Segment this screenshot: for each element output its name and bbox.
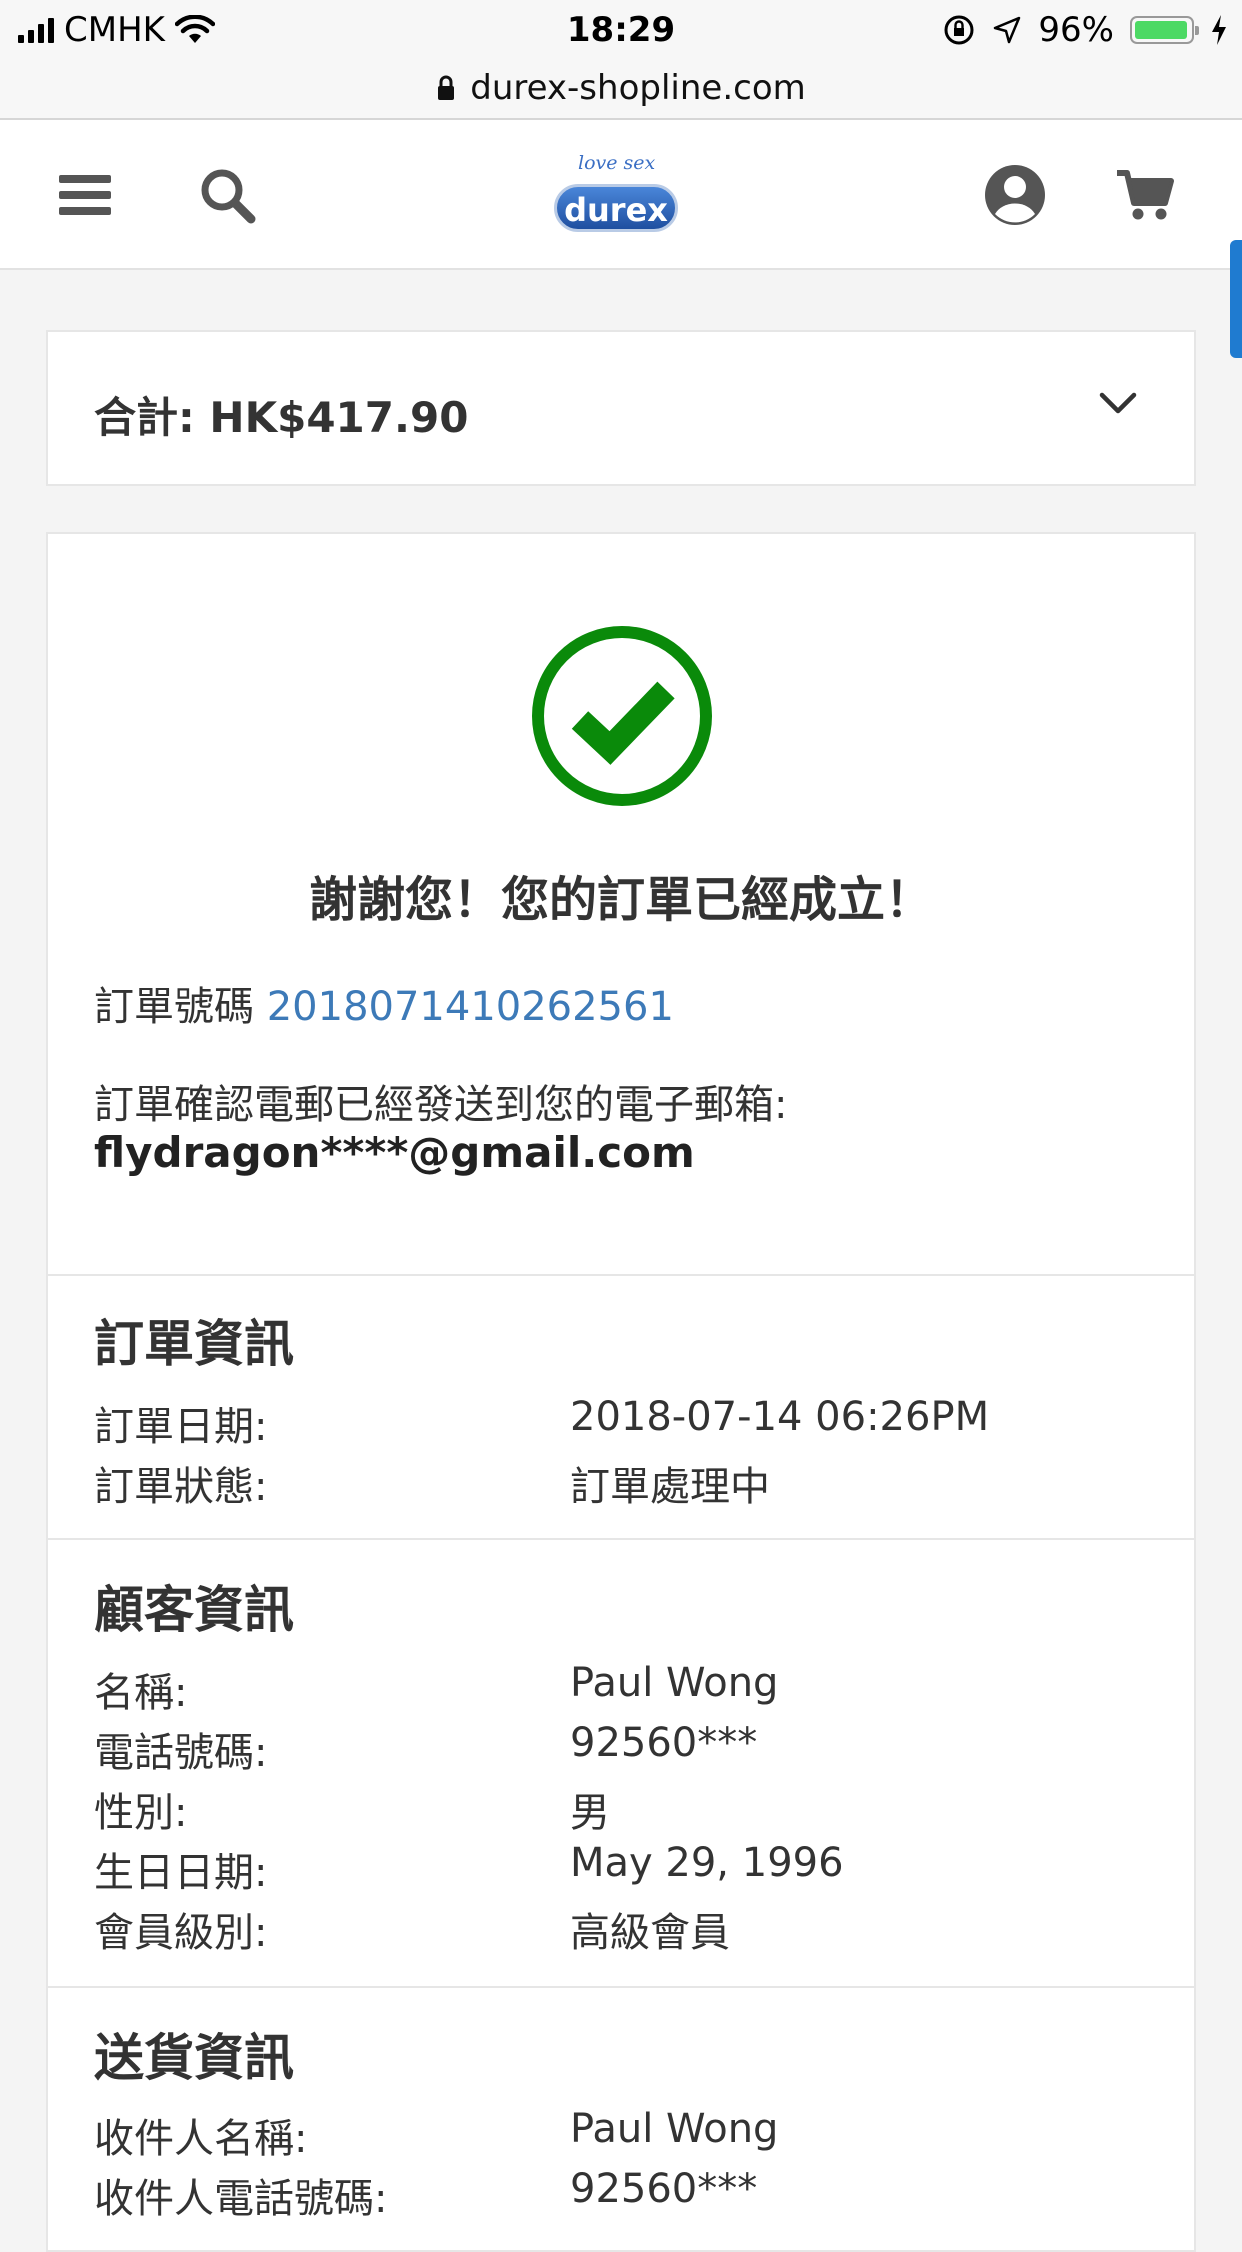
rotation-lock-icon bbox=[944, 15, 974, 45]
order-number-link[interactable]: 2018071410262561 bbox=[267, 984, 674, 1030]
order-total-summary[interactable]: 合計: HK$417.90 bbox=[46, 330, 1196, 486]
battery-icon bbox=[1130, 16, 1199, 44]
menu-icon[interactable] bbox=[50, 160, 120, 230]
row-value: May 29, 1996 bbox=[570, 1840, 844, 1886]
row-value: 男 bbox=[570, 1790, 610, 1836]
address-bar[interactable]: durex-shopline.com bbox=[0, 58, 1242, 120]
lock-icon bbox=[438, 75, 455, 100]
row-label: 收件人名稱: bbox=[94, 2116, 308, 2162]
thank-you-heading: 謝謝您！您的訂單已經成立！ bbox=[308, 872, 933, 928]
url-domain: durex-shopline.com bbox=[470, 68, 806, 108]
row-value: 2018-07-14 06:26PM bbox=[570, 1394, 990, 1440]
section-divider bbox=[48, 1538, 1194, 1540]
search-icon[interactable] bbox=[192, 160, 262, 230]
battery-fill bbox=[1135, 21, 1187, 39]
row-label: 性別: bbox=[94, 1790, 188, 1836]
delivery-info-title: 送貨資訊 bbox=[94, 2029, 294, 2087]
email-notice: 訂單確認電郵已經發送到您的電子郵箱: bbox=[94, 1082, 788, 1128]
row-label: 訂單狀態: bbox=[94, 1464, 268, 1510]
status-bar: CMHK 18:29 96% bbox=[0, 0, 1242, 62]
order-number-label: 訂單號碼 bbox=[94, 984, 254, 1030]
cart-icon[interactable] bbox=[1110, 160, 1180, 230]
row-label: 訂單日期: bbox=[94, 1404, 268, 1450]
row-label: 名稱: bbox=[94, 1670, 188, 1716]
durex-logo[interactable]: love sex durex bbox=[550, 144, 686, 244]
section-divider bbox=[48, 1274, 1194, 1276]
row-label: 會員級別: bbox=[94, 1910, 268, 1956]
row-label: 生日日期: bbox=[94, 1850, 268, 1896]
row-label: 電話號碼: bbox=[94, 1730, 268, 1776]
logo-tagline: love sex bbox=[578, 152, 656, 174]
email-address: flydragon****@gmail.com bbox=[94, 1128, 695, 1177]
order-confirmation-card: 謝謝您！您的訂單已經成立！ 訂單號碼 2018071410262561 訂單確認… bbox=[46, 532, 1196, 2252]
row-value: 92560*** bbox=[570, 1720, 758, 1766]
row-value: Paul Wong bbox=[570, 2106, 779, 2152]
chevron-down-icon[interactable] bbox=[1098, 390, 1138, 416]
status-right: 96% bbox=[942, 10, 1228, 50]
order-number-line: 訂單號碼 2018071410262561 bbox=[94, 974, 674, 1032]
row-value: 92560*** bbox=[570, 2166, 758, 2212]
site-header: love sex durex bbox=[0, 120, 1242, 270]
account-icon[interactable] bbox=[980, 160, 1050, 230]
location-arrow-icon bbox=[994, 16, 1021, 44]
order-total: 合計: HK$417.90 bbox=[94, 393, 469, 442]
side-tab-handle[interactable] bbox=[1230, 240, 1242, 358]
charging-bolt-icon bbox=[1212, 15, 1226, 45]
order-info-title: 訂單資訊 bbox=[94, 1315, 294, 1373]
row-value: 高級會員 bbox=[570, 1910, 730, 1956]
logo-wordmark: durex bbox=[554, 184, 678, 232]
customer-info-title: 顧客資訊 bbox=[94, 1581, 294, 1639]
section-divider bbox=[48, 1986, 1194, 1988]
row-value: 訂單處理中 bbox=[570, 1464, 770, 1510]
row-value: Paul Wong bbox=[570, 1660, 779, 1706]
battery-percent: 96% bbox=[1038, 10, 1114, 50]
row-label: 收件人電話號碼: bbox=[94, 2176, 388, 2222]
check-circle-icon bbox=[532, 626, 712, 806]
